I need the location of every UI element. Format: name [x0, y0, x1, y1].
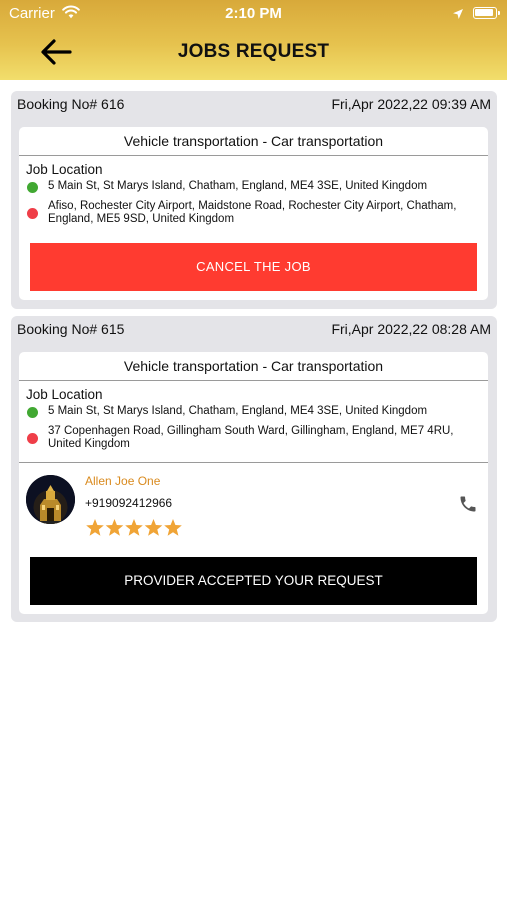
job-location-label: Job Location [26, 162, 103, 177]
battery-icon [473, 7, 500, 19]
booking-details: Vehicle transportation - Car transportat… [19, 127, 488, 300]
service-type: Vehicle transportation - Car transportat… [19, 127, 488, 156]
booking-card: Booking No# 616 Fri,Apr 2022,22 09:39 AM… [11, 91, 497, 309]
status-bar: Carrier 2:10 PM [0, 0, 507, 26]
divider [19, 462, 488, 463]
page-title: JOBS REQUEST [177, 41, 330, 62]
provider-name: Allen Joe One [85, 474, 161, 488]
booking-date: Fri,Apr 2022,22 09:39 AM [331, 96, 491, 112]
booking-number: Booking No# 616 [17, 96, 125, 112]
booking-number: Booking No# 615 [17, 321, 125, 337]
location-arrow-icon [452, 7, 464, 24]
dropoff-address: Afiso, Rochester City Airport, Maidstone… [48, 200, 457, 225]
provider-rating [85, 518, 185, 543]
dropoff-dot-icon [27, 208, 38, 219]
pickup-dot-icon [27, 182, 38, 193]
star-icon [86, 519, 104, 536]
provider-accepted-button[interactable]: PROVIDER ACCEPTED YOUR REQUEST [30, 557, 477, 605]
pickup-address: 5 Main St, St Marys Island, Chatham, Eng… [48, 180, 428, 192]
provider-phone: +919092412966 [85, 496, 173, 510]
phone-icon[interactable] [458, 494, 478, 519]
booking-date: Fri,Apr 2022,22 08:28 AM [331, 321, 491, 337]
app-header: Carrier 2:10 PM JOBS REQUEST [0, 0, 507, 80]
cancel-job-button[interactable]: CANCEL THE JOB [30, 243, 477, 291]
star-icon [125, 519, 143, 536]
dropoff-address: 37 Copenhagen Road, Gillingham South War… [48, 425, 454, 450]
dropoff-dot-icon [27, 433, 38, 444]
pickup-address: 5 Main St, St Marys Island, Chatham, Eng… [48, 405, 428, 417]
pickup-dot-icon [27, 407, 38, 418]
job-location-label: Job Location [26, 387, 103, 402]
service-type: Vehicle transportation - Car transportat… [19, 352, 488, 381]
star-icon [105, 519, 124, 536]
booking-card: Booking No# 615 Fri,Apr 2022,22 08:28 AM… [11, 316, 497, 622]
star-icon [144, 519, 163, 536]
booking-details: Vehicle transportation - Car transportat… [19, 352, 488, 614]
provider-avatar [26, 475, 75, 524]
star-icon [164, 519, 182, 536]
clock: 2:10 PM [225, 5, 282, 22]
